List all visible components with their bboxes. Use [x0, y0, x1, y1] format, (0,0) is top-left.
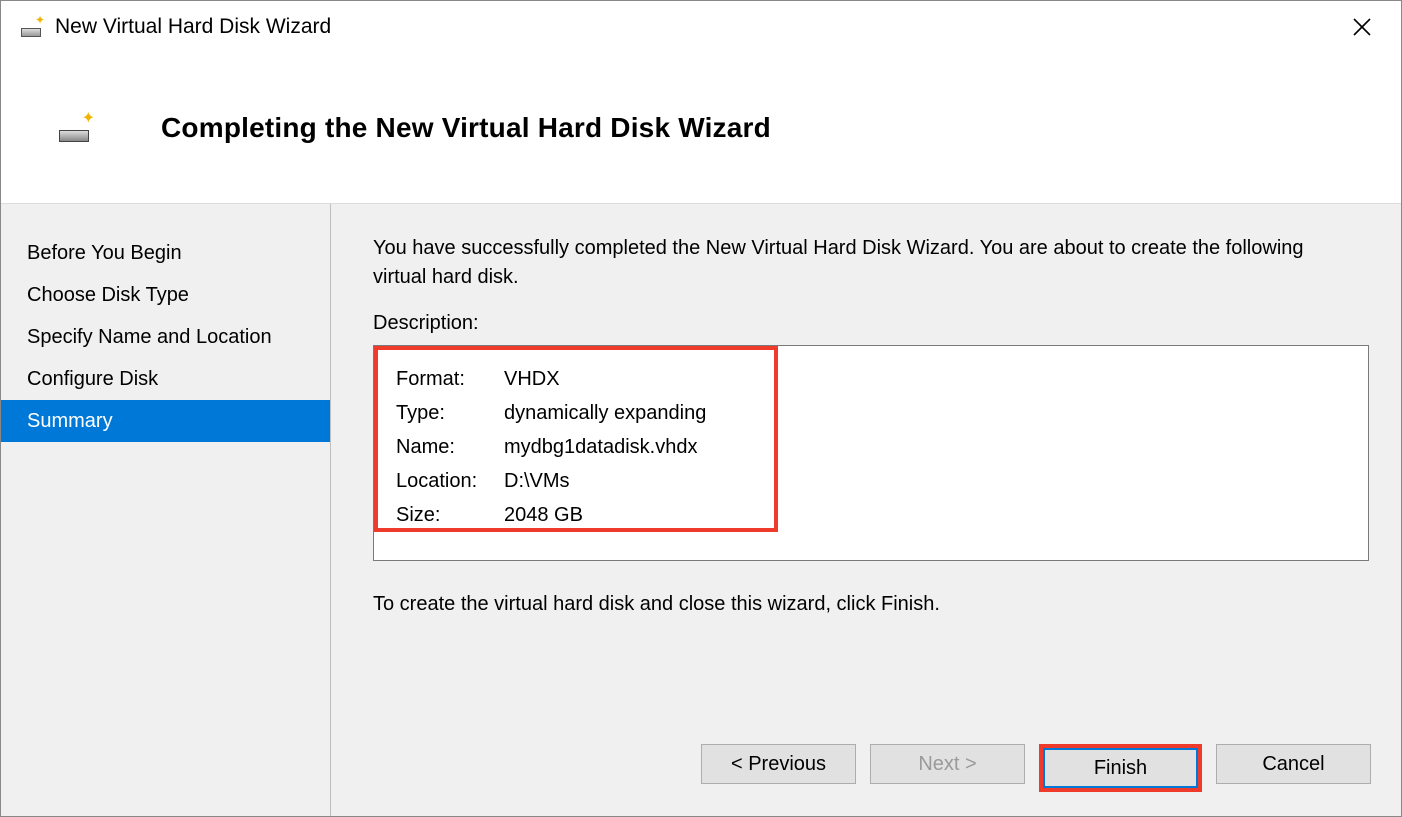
summary-row-name: Name: mydbg1datadisk.vhdx	[396, 430, 1348, 464]
summary-row-location: Location: D:\VMs	[396, 464, 1348, 498]
wizard-content: You have successfully completed the New …	[331, 204, 1401, 816]
step-label: Summary	[27, 410, 113, 433]
summary-row-size: Size: 2048 GB	[396, 498, 1348, 532]
annotation-highlight: Finish	[1039, 744, 1202, 792]
summary-value: D:\VMs	[504, 470, 570, 493]
wizard-header: ✦ Completing the New Virtual Hard Disk W…	[1, 53, 1401, 203]
wizard-body: Before You Begin Choose Disk Type Specif…	[1, 203, 1401, 816]
summary-key: Name:	[396, 436, 504, 459]
finish-button[interactable]: Finish	[1043, 748, 1198, 788]
disk-icon: ✦	[21, 17, 41, 37]
wizard-steps-sidebar: Before You Begin Choose Disk Type Specif…	[1, 204, 331, 816]
description-label: Description:	[373, 312, 1369, 335]
next-button: Next >	[870, 744, 1025, 784]
step-label: Configure Disk	[27, 368, 158, 391]
summary-key: Size:	[396, 504, 504, 527]
summary-row-type: Type: dynamically expanding	[396, 396, 1348, 430]
step-label: Before You Begin	[27, 242, 182, 265]
summary-value: VHDX	[504, 368, 560, 391]
cancel-button[interactable]: Cancel	[1216, 744, 1371, 784]
summary-value: mydbg1datadisk.vhdx	[504, 436, 697, 459]
step-specify-name-location[interactable]: Specify Name and Location	[1, 316, 330, 358]
summary-value: 2048 GB	[504, 504, 583, 527]
close-icon	[1353, 18, 1371, 36]
disk-icon: ✦	[59, 114, 89, 142]
step-configure-disk[interactable]: Configure Disk	[1, 358, 330, 400]
intro-text: You have successfully completed the New …	[373, 234, 1333, 292]
step-choose-disk-type[interactable]: Choose Disk Type	[1, 274, 330, 316]
step-label: Choose Disk Type	[27, 284, 189, 307]
window-title: New Virtual Hard Disk Wizard	[55, 15, 331, 39]
step-label: Specify Name and Location	[27, 326, 272, 349]
titlebar: ✦ New Virtual Hard Disk Wizard	[1, 1, 1401, 53]
summary-row-format: Format: VHDX	[396, 362, 1348, 396]
summary-value: dynamically expanding	[504, 402, 706, 425]
summary-key: Format:	[396, 368, 504, 391]
wizard-buttons: < Previous Next > Finish Cancel	[701, 744, 1371, 792]
summary-key: Type:	[396, 402, 504, 425]
closing-text: To create the virtual hard disk and clos…	[373, 593, 1369, 616]
wizard-window: ✦ New Virtual Hard Disk Wizard ✦ Complet…	[0, 0, 1402, 817]
previous-button[interactable]: < Previous	[701, 744, 856, 784]
summary-key: Location:	[396, 470, 504, 493]
description-box: Format: VHDX Type: dynamically expanding…	[373, 345, 1369, 561]
page-title: Completing the New Virtual Hard Disk Wiz…	[161, 112, 771, 144]
step-before-you-begin[interactable]: Before You Begin	[1, 232, 330, 274]
step-summary[interactable]: Summary	[1, 400, 330, 442]
close-button[interactable]	[1339, 11, 1385, 43]
